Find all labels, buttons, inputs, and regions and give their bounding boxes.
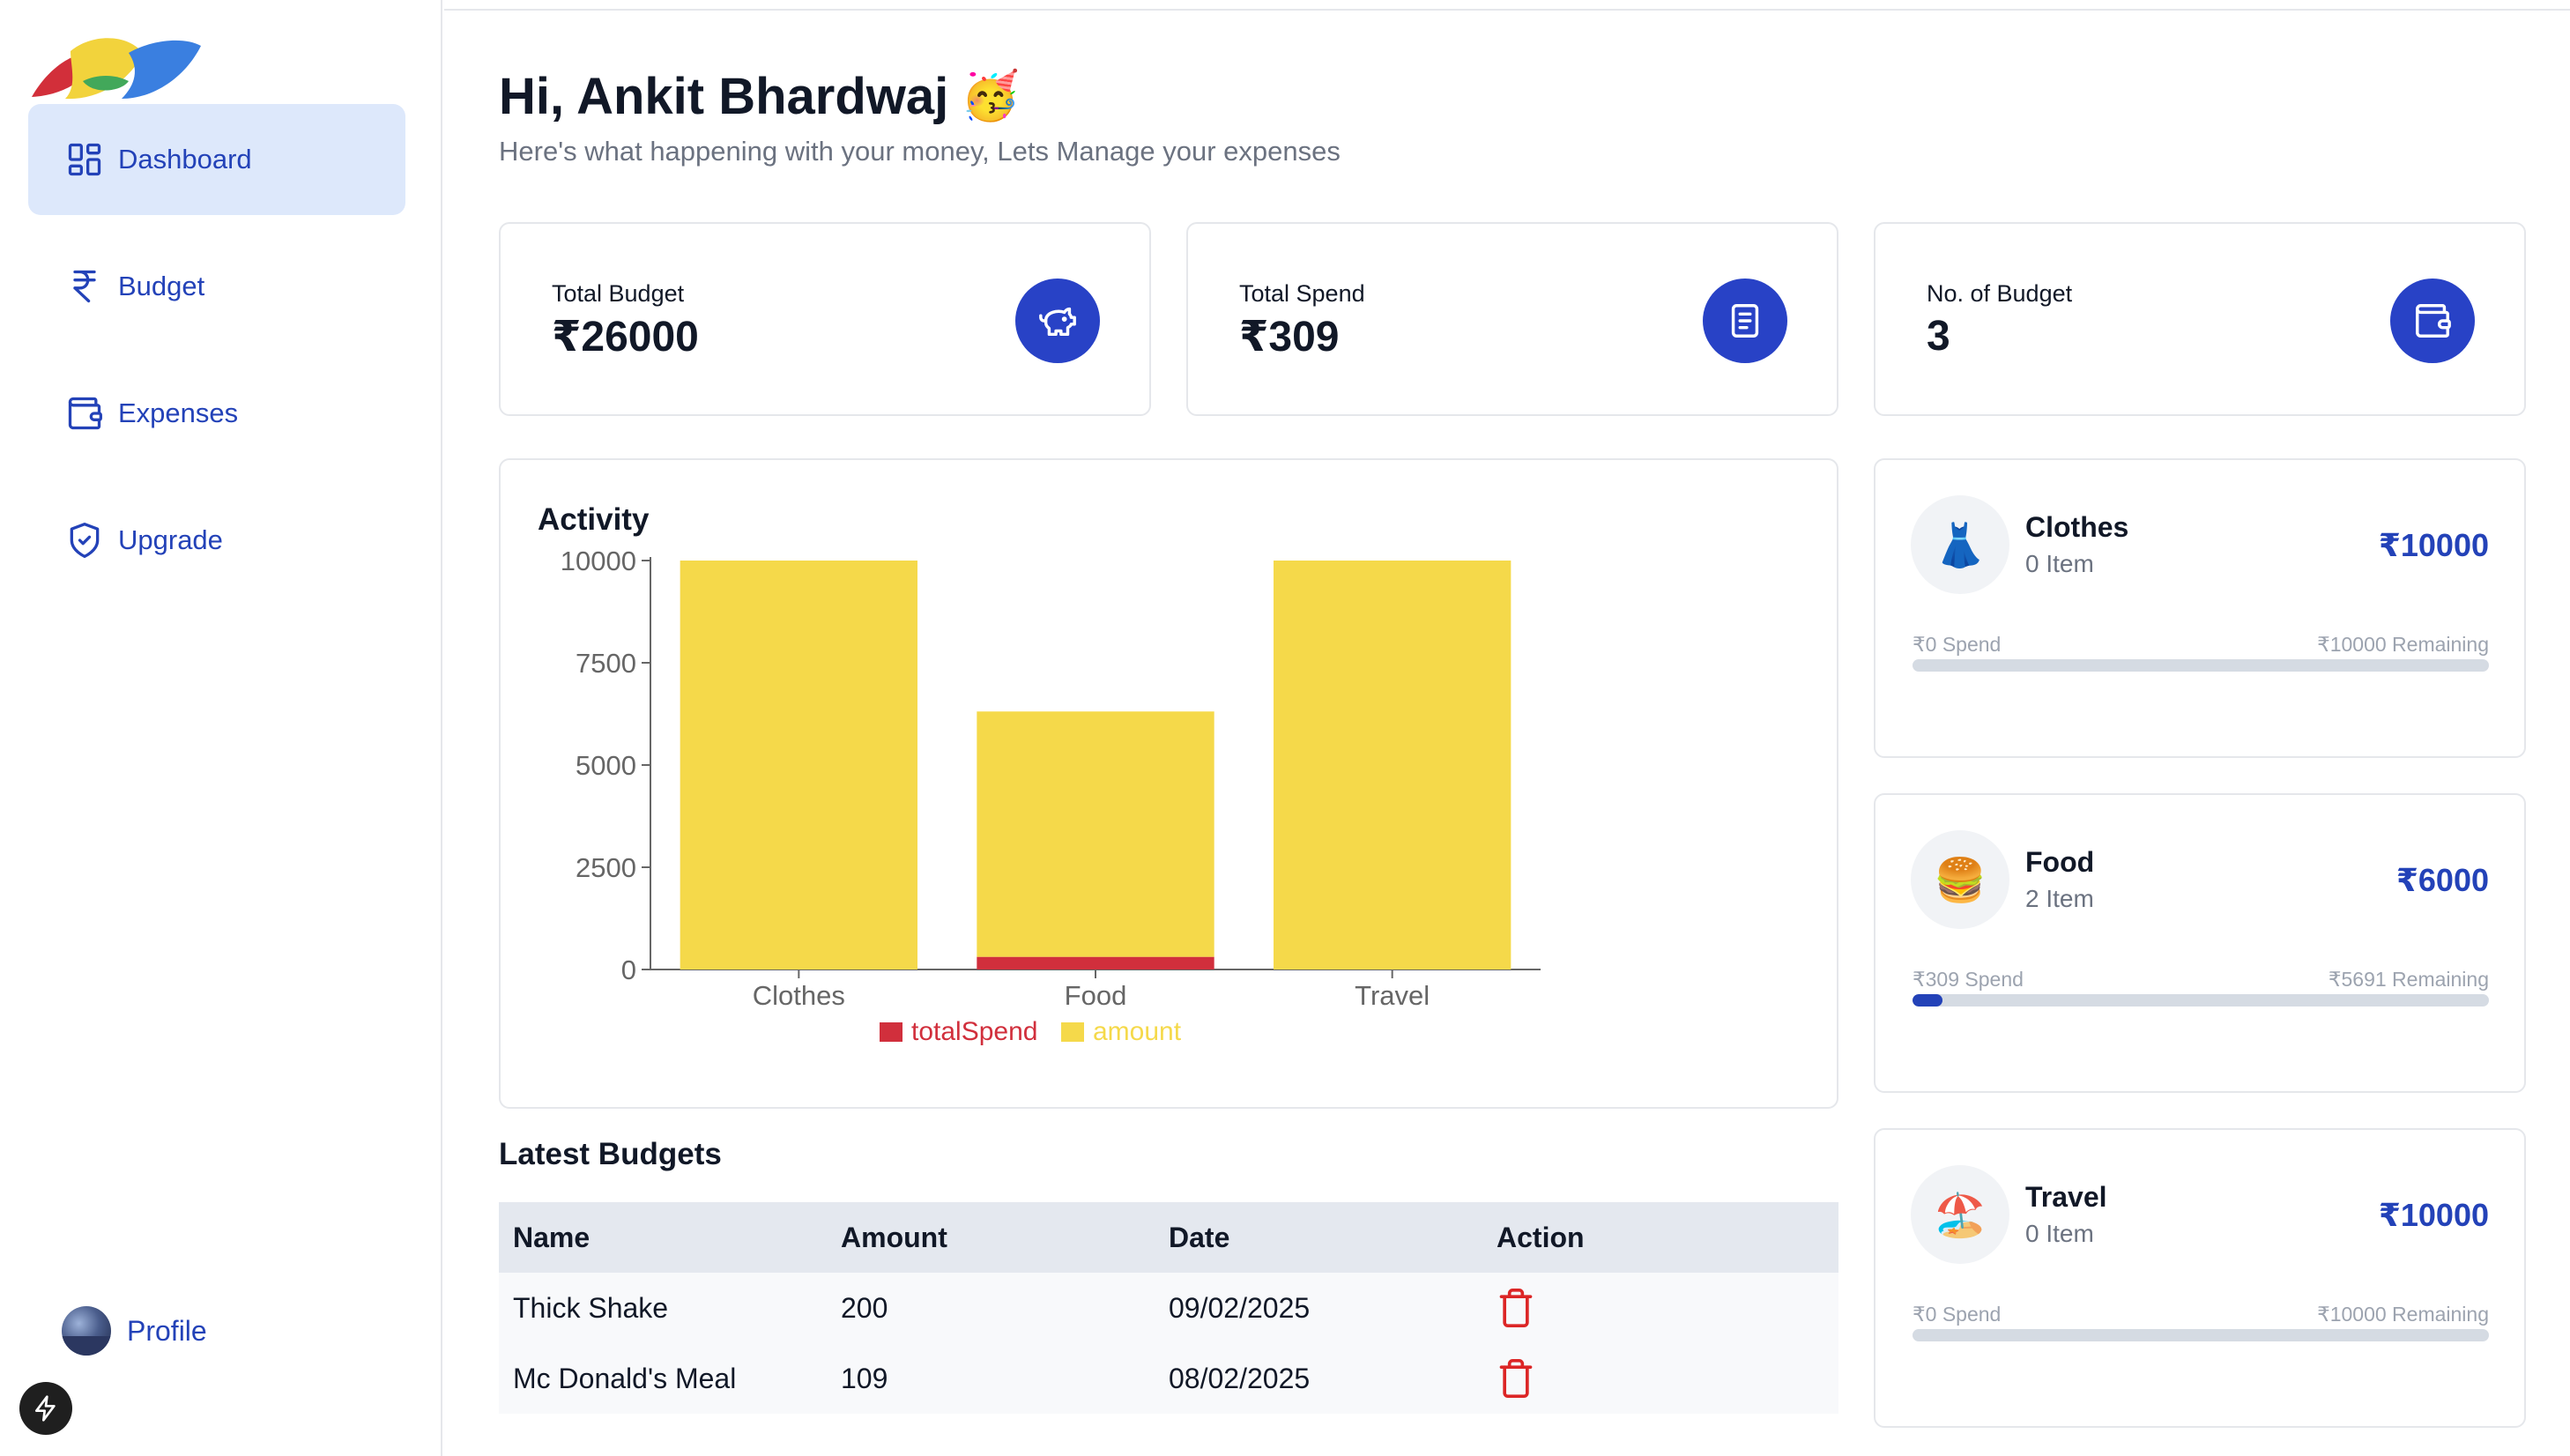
shield-check-icon: [63, 519, 106, 561]
budget-remaining: ₹10000 Remaining: [2317, 1303, 2489, 1326]
bar-totalSpend-food: [977, 956, 1214, 969]
piggy-bank-icon: [1015, 279, 1100, 363]
budget-amount: ₹10000: [2378, 527, 2489, 563]
stat-value: ₹26000: [552, 314, 699, 360]
budget-name: Travel: [2025, 1181, 2107, 1213]
legend-label-amount: amount: [1093, 1017, 1182, 1046]
avatar[interactable]: [62, 1306, 111, 1356]
sidebar-item-label: Upgrade: [118, 524, 223, 555]
budget-card-travel[interactable]: 🏖️ Travel 0 Item ₹10000 ₹0 Spend ₹10000 …: [1874, 1128, 2526, 1428]
bar-amount-food: [977, 711, 1214, 957]
delete-button[interactable]: [1482, 1287, 1835, 1329]
sidebar-item-budget[interactable]: Budget: [28, 231, 405, 342]
budget-spend: ₹0 Spend: [1913, 1303, 2002, 1326]
y-tick-label: 10000: [561, 546, 636, 576]
latest-budgets-table: Name Amount Date Action Thick Shake 200 …: [499, 1202, 1838, 1414]
legend-swatch-totalSpend: [880, 1022, 902, 1042]
profile-link[interactable]: Profile: [62, 1306, 207, 1356]
stat-value: 3: [1927, 313, 1950, 360]
x-tick-label: Travel: [1355, 980, 1430, 1011]
receipt-icon: [1703, 279, 1787, 363]
y-tick-label: 7500: [576, 648, 636, 679]
stat-label: Total Spend: [1239, 280, 1365, 307]
wallet-icon: [63, 392, 106, 435]
cell-amount: 200: [841, 1291, 888, 1324]
column-header: Date: [1169, 1221, 1230, 1253]
budget-card-clothes[interactable]: 👗 Clothes 0 Item ₹10000 ₹0 Spend ₹10000 …: [1874, 458, 2526, 758]
bolt-icon[interactable]: [19, 1382, 72, 1435]
table-row: Thick Shake 200 09/02/2025: [499, 1273, 1838, 1343]
budget-amount: ₹10000: [2378, 1197, 2489, 1233]
column-header: Action: [1497, 1221, 1585, 1253]
budget-progress-bar: [1913, 994, 2489, 1007]
x-tick-label: Clothes: [753, 980, 845, 1011]
bar-amount-clothes: [680, 561, 917, 969]
table-row: Mc Donald's Meal 109 08/02/2025: [499, 1343, 1838, 1414]
budget-amount: ₹6000: [2395, 862, 2489, 898]
party-face-icon: 🥳: [961, 70, 1021, 123]
cell-name: Mc Donald's Meal: [513, 1362, 737, 1394]
wallet-icon: [2390, 279, 2475, 363]
page-title: Hi, Ankit Bhardwaj 🥳: [499, 67, 1021, 126]
budget-card-food[interactable]: 🍔 Food 2 Item ₹6000 ₹309 Spend ₹5691 Rem…: [1874, 793, 2526, 1093]
burger-icon: 🍔: [1911, 830, 2009, 929]
y-tick-label: 0: [621, 955, 636, 985]
cell-name: Thick Shake: [513, 1291, 669, 1324]
bar-amount-travel: [1274, 561, 1512, 969]
budget-item-count: 0 Item: [2025, 1220, 2094, 1247]
sidebar-item-dashboard[interactable]: Dashboard: [28, 104, 405, 215]
budget-name: Clothes: [2025, 511, 2129, 543]
activity-chart: 0 2500 5000 7500 10000 Clothes Food Travel total…: [561, 546, 1541, 1046]
legend-swatch-amount: [1061, 1022, 1084, 1042]
stat-value: ₹309: [1239, 314, 1340, 360]
trash-icon: [1499, 1289, 1533, 1327]
app-logo[interactable]: [30, 33, 203, 104]
column-header: Name: [513, 1221, 591, 1253]
y-tick-label: 5000: [576, 750, 636, 781]
dress-icon: 👗: [1911, 495, 2009, 594]
budget-name: Food: [2025, 846, 2095, 878]
stat-label: No. of Budget: [1927, 280, 2073, 307]
sidebar-item-label: Expenses: [118, 397, 239, 428]
stat-label: Total Budget: [552, 280, 685, 307]
beach-umbrella-icon: 🏖️: [1911, 1165, 2009, 1264]
y-tick-label: 2500: [576, 852, 636, 883]
legend-label-totalSpend: totalSpend: [911, 1017, 1037, 1046]
budget-spend: ₹0 Spend: [1913, 633, 2002, 656]
greeting-text: Hi, Ankit Bhardwaj: [499, 68, 949, 125]
stat-card-total-spend: Total Spend ₹309: [1186, 222, 1838, 416]
cell-date: 09/02/2025: [1169, 1291, 1311, 1324]
top-divider: [444, 9, 2570, 11]
budget-remaining: ₹10000 Remaining: [2317, 633, 2489, 656]
page-subtitle: Here's what happening with your money, L…: [499, 136, 1341, 167]
delete-button[interactable]: [1482, 1357, 1835, 1400]
trash-icon: [1499, 1359, 1533, 1398]
latest-budgets-title: Latest Budgets: [499, 1137, 722, 1171]
budget-item-count: 0 Item: [2025, 550, 2094, 577]
stat-card-number-of-budgets: No. of Budget 3: [1874, 222, 2526, 416]
stat-card-total-budget: Total Budget ₹26000: [499, 222, 1151, 416]
profile-label: Profile: [127, 1314, 207, 1347]
activity-card: Activity 0 2500 5000 7500 10000 Clothes Food Tr…: [499, 458, 1838, 1109]
sidebar-item-label: Dashboard: [118, 144, 252, 175]
x-tick-label: Food: [1065, 980, 1127, 1011]
dashboard-icon: [63, 138, 106, 181]
budget-item-count: 2 Item: [2025, 885, 2094, 912]
budget-progress-bar: [1913, 659, 2489, 672]
rupee-icon: [63, 265, 106, 308]
cell-date: 08/02/2025: [1169, 1362, 1311, 1394]
cell-amount: 109: [841, 1362, 888, 1394]
sidebar: Dashboard Budget Expenses Upgrade Profil…: [0, 0, 442, 1456]
sidebar-item-label: Budget: [118, 271, 205, 301]
table-header: Name Amount Date Action: [499, 1202, 1838, 1273]
budget-progress-bar: [1913, 1329, 2489, 1341]
sidebar-item-upgrade[interactable]: Upgrade: [28, 485, 405, 596]
sidebar-item-expenses[interactable]: Expenses: [28, 358, 405, 469]
budget-remaining: ₹5691 Remaining: [2328, 968, 2489, 991]
budget-progress-fill: [1913, 994, 1942, 1007]
column-header: Amount: [841, 1221, 947, 1253]
budget-spend: ₹309 Spend: [1913, 968, 2024, 991]
